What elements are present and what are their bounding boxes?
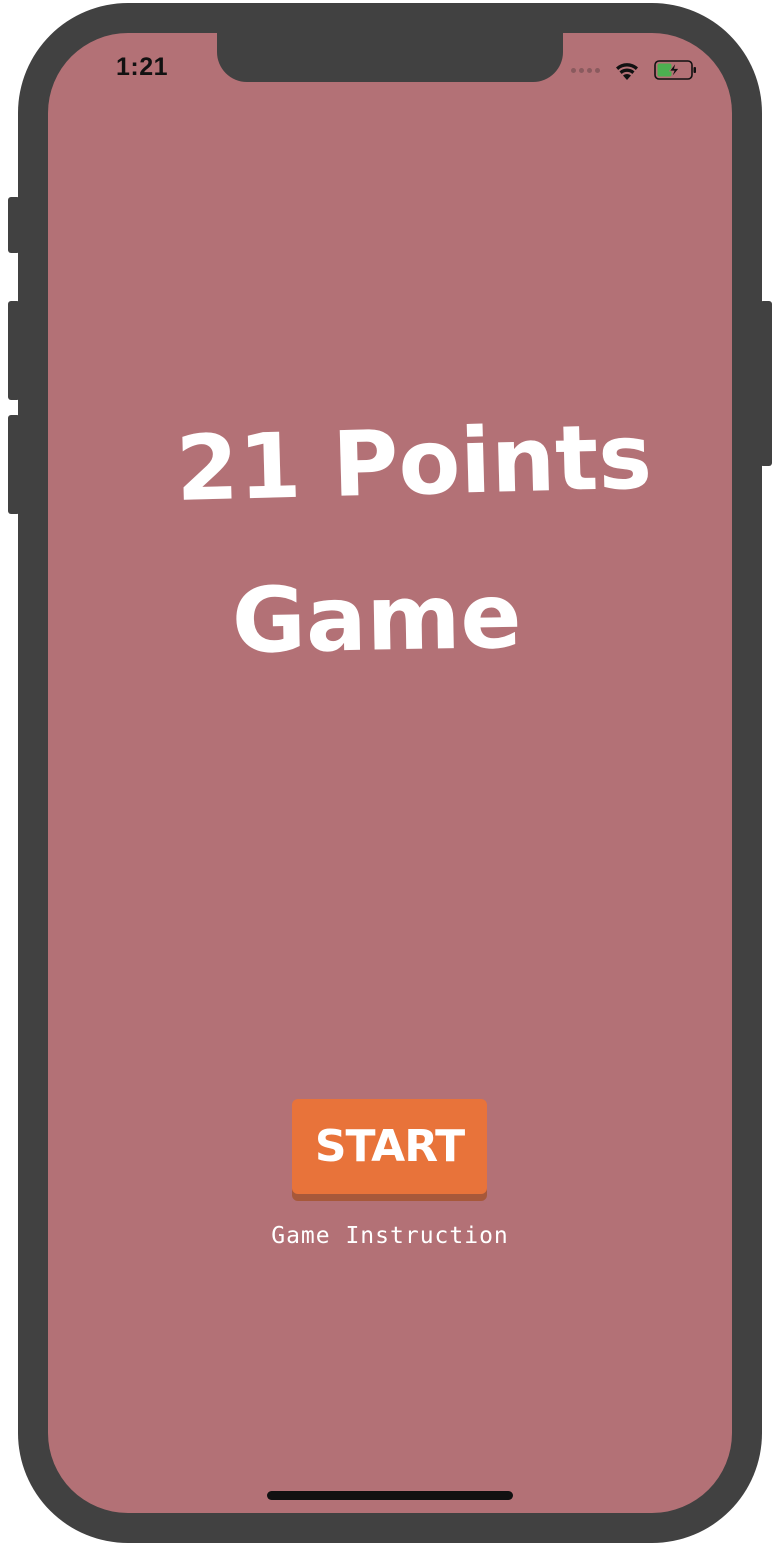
signal-dots-icon <box>571 67 600 73</box>
notch <box>217 33 563 82</box>
home-indicator[interactable] <box>267 1491 513 1500</box>
battery-charging-icon <box>654 60 696 80</box>
volume-up-button <box>8 301 20 400</box>
start-button[interactable]: START <box>292 1099 487 1194</box>
game-title-line2: Game <box>231 563 523 674</box>
status-icons <box>571 55 698 85</box>
app-screen: 1:21 21 Points Game START Game Instructi… <box>48 33 732 1513</box>
volume-down-button <box>8 415 20 514</box>
game-instruction-link[interactable]: Game Instruction <box>48 1223 732 1249</box>
power-button <box>760 301 772 466</box>
silent-switch <box>8 197 20 253</box>
wifi-icon <box>616 63 638 80</box>
game-title-line1: 21 Points <box>174 404 654 522</box>
status-time: 1:21 <box>116 53 169 81</box>
